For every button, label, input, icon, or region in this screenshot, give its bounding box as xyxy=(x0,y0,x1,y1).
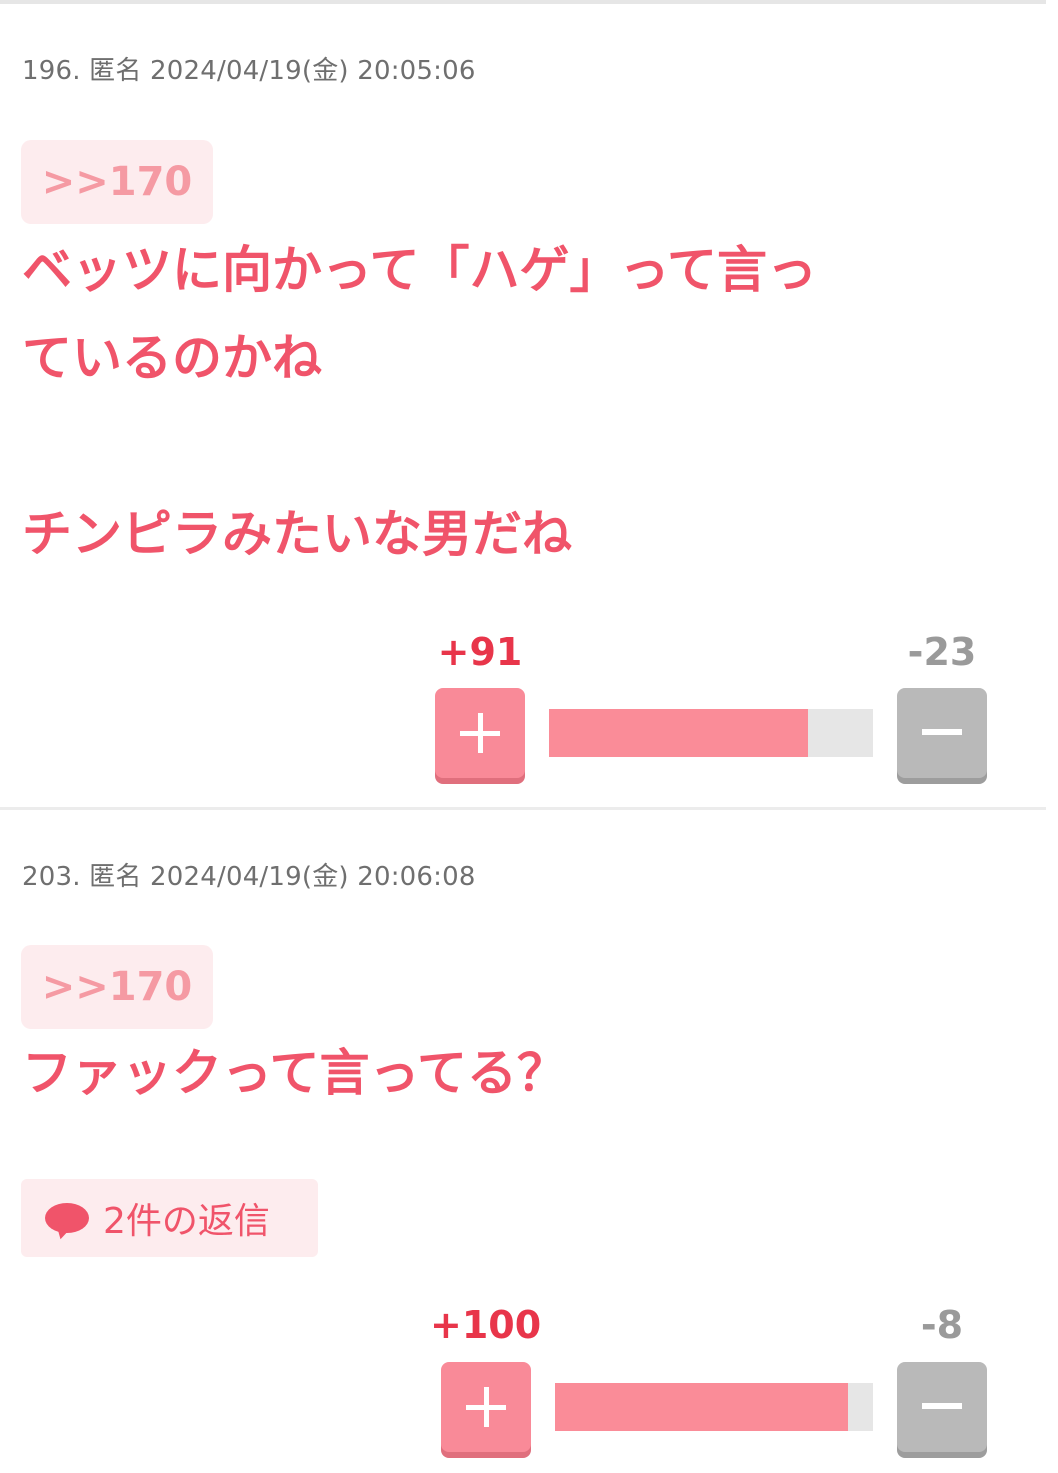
vote-ratio-fill xyxy=(555,1383,848,1431)
minus-button[interactable] xyxy=(897,688,987,778)
replies-label: 2件の返信 xyxy=(103,1201,270,1242)
minus-icon xyxy=(922,729,962,735)
vote-ratio-bar xyxy=(555,1383,873,1431)
speech-bubble-icon xyxy=(45,1203,89,1242)
plus-button[interactable] xyxy=(435,688,525,778)
comment-meta: 196. 匿名 2024/04/19(金) 20:05:06 xyxy=(22,56,476,86)
minus-icon xyxy=(922,1403,962,1409)
plus-icon xyxy=(466,1387,506,1427)
plus-count: +91 xyxy=(437,630,523,674)
minus-button[interactable] xyxy=(897,1362,987,1452)
plus-button[interactable] xyxy=(441,1362,531,1452)
plus-icon xyxy=(460,713,500,753)
reply-anchor-link[interactable]: >>170 xyxy=(21,140,213,224)
comment-196: 196. 匿名 2024/04/19(金) 20:05:06 >>170 ベッツ… xyxy=(0,0,1058,810)
comment-203: 203. 匿名 2024/04/19(金) 20:06:08 >>170 ファッ… xyxy=(0,810,1058,1473)
vote-ratio-fill xyxy=(549,709,809,757)
comment-meta: 203. 匿名 2024/04/19(金) 20:06:08 xyxy=(22,862,476,892)
vote-ratio-bar xyxy=(549,709,873,757)
comment-body: ベッツに向かって「ハゲ」って言っ ているのかね チンピラみたいな男だね xyxy=(22,241,817,563)
comment-body: ファックって言ってる？ xyxy=(22,1044,567,1102)
reply-anchor-link[interactable]: >>170 xyxy=(21,945,213,1029)
plus-count: +100 xyxy=(430,1303,542,1347)
replies-button[interactable]: 2件の返信 xyxy=(21,1179,318,1257)
minus-count: -8 xyxy=(920,1303,964,1347)
minus-count: -23 xyxy=(907,630,977,674)
